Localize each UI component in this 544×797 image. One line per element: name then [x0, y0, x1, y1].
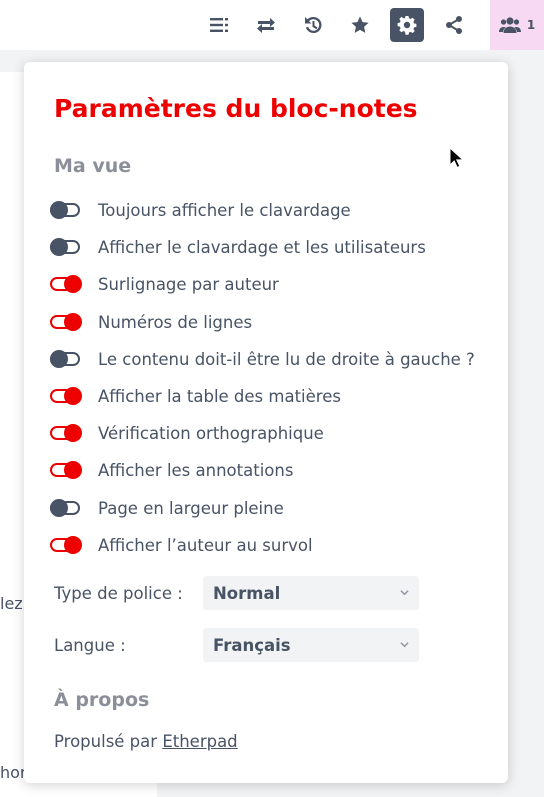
toggle-switch[interactable]	[50, 350, 82, 368]
editor-text-fragment: hor	[0, 763, 27, 782]
list-icon	[210, 18, 228, 32]
option-author-on-hover[interactable]: Afficher l’auteur au survol	[50, 531, 313, 559]
option-label: Numéros de lignes	[98, 312, 253, 332]
option-chat-and-users[interactable]: Afficher le clavardage et les utilisateu…	[50, 233, 426, 261]
about-title: À propos	[54, 689, 150, 711]
option-full-width[interactable]: Page en largeur pleine	[50, 494, 284, 522]
etherpad-link[interactable]: Etherpad	[162, 732, 237, 751]
option-label: Surlignage par auteur	[98, 274, 279, 294]
share-button[interactable]	[437, 8, 471, 42]
language-select[interactable]: Français	[203, 628, 419, 662]
panel-title: Paramètres du bloc-notes	[54, 94, 418, 123]
users-button[interactable]: 1	[490, 0, 544, 50]
option-label: Afficher le clavardage et les utilisateu…	[98, 237, 426, 257]
editor-text-fragment: lez	[0, 594, 23, 613]
font-type-label: Type de police :	[54, 583, 183, 603]
users-icon	[498, 17, 521, 33]
option-label: Page en largeur pleine	[98, 498, 284, 518]
toggle-switch[interactable]	[50, 499, 82, 517]
toggle-switch[interactable]	[50, 461, 82, 479]
toggle-switch[interactable]	[50, 536, 82, 554]
star-icon	[351, 16, 369, 33]
option-rtl[interactable]: Le contenu doit-il être lu de droite à g…	[50, 345, 475, 373]
toggle-switch[interactable]	[50, 424, 82, 442]
chevron-down-icon	[400, 642, 409, 648]
editbar: 1	[0, 0, 544, 50]
settings-button[interactable]	[390, 8, 424, 42]
option-always-show-chat[interactable]: Toujours afficher le clavardage	[50, 196, 351, 224]
toggle-switch[interactable]	[50, 238, 82, 256]
option-label: Toujours afficher le clavardage	[98, 200, 351, 220]
language-value: Français	[213, 635, 291, 655]
powered-by: Propulsé par Etherpad	[54, 732, 238, 751]
powered-by-text: Propulsé par	[54, 732, 158, 751]
gear-icon	[397, 16, 417, 35]
option-label: Le contenu doit-il être lu de droite à g…	[98, 349, 475, 369]
users-count: 1	[526, 18, 536, 32]
timeslider-button[interactable]	[296, 8, 330, 42]
option-line-numbers[interactable]: Numéros de lignes	[50, 308, 252, 336]
font-type-value: Normal	[213, 583, 281, 603]
chevron-down-icon	[400, 590, 409, 596]
option-label: Vérification orthographique	[98, 423, 324, 443]
import-export-icon	[257, 18, 275, 33]
option-annotations[interactable]: Afficher les annotations	[50, 456, 293, 484]
option-table-of-contents[interactable]: Afficher la table des matières	[50, 382, 341, 410]
option-label: Afficher les annotations	[98, 460, 294, 480]
settings-popup: Paramètres du bloc-notes Ma vue Toujours…	[24, 62, 508, 783]
mouse-cursor-icon	[449, 147, 465, 169]
toggle-switch[interactable]	[50, 201, 82, 219]
option-author-colors[interactable]: Surlignage par auteur	[50, 270, 279, 298]
option-label: Afficher la table des matières	[98, 386, 341, 406]
option-label: Afficher l’auteur au survol	[98, 535, 313, 555]
share-icon	[446, 16, 462, 34]
toggle-switch[interactable]	[50, 387, 82, 405]
my-view-title: Ma vue	[54, 155, 132, 177]
settings-list-button[interactable]	[202, 8, 236, 42]
history-icon	[305, 16, 322, 33]
language-row: Langue : Français	[54, 628, 419, 662]
save-revision-button[interactable]	[343, 8, 377, 42]
font-type-row: Type de police : Normal	[54, 576, 419, 610]
toggle-switch[interactable]	[50, 313, 82, 331]
toggle-switch[interactable]	[50, 275, 82, 293]
language-label: Langue :	[54, 635, 126, 655]
option-spellcheck[interactable]: Vérification orthographique	[50, 419, 324, 447]
font-type-select[interactable]: Normal	[203, 576, 419, 610]
import-export-button[interactable]	[249, 8, 283, 42]
